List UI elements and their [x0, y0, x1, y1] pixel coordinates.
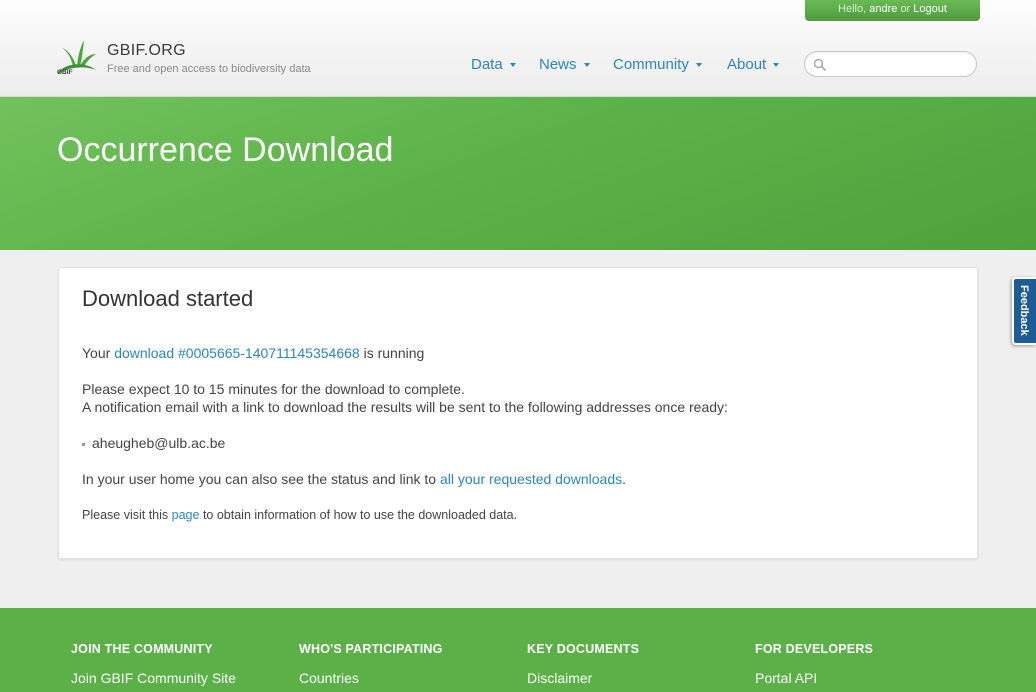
- greeting-text: Hello,: [838, 3, 867, 15]
- visit-page-line: Please visit this page to obtain informa…: [82, 508, 517, 522]
- footer-heading: JOIN THE COMMUNITY: [71, 642, 213, 656]
- feedback-tab[interactable]: Feedback: [1012, 277, 1036, 345]
- feedback-label: Feedback: [1018, 285, 1030, 336]
- footer-column-developers: FOR DEVELOPERS Portal API: [755, 642, 873, 686]
- card-title: Download started: [82, 286, 254, 311]
- site-tagline: Free and open access to biodiversity dat…: [107, 63, 311, 75]
- footer-heading: WHO'S PARTICIPATING: [299, 642, 443, 656]
- download-status-card: Download started Your download #0005665-…: [58, 267, 978, 559]
- footer-column-community: JOIN THE COMMUNITY Join GBIF Community S…: [71, 642, 236, 686]
- svg-text:GBIF: GBIF: [57, 69, 73, 76]
- notify-text: A notification email with a link to down…: [82, 399, 728, 415]
- line-text: Your: [82, 345, 111, 361]
- user-bar: Hello, andre or Logout: [805, 0, 980, 21]
- nav-item-label: Data: [471, 56, 503, 73]
- chevron-down-icon: [773, 63, 780, 68]
- line-text: In your user home you can also see the s…: [82, 471, 437, 487]
- site-footer: JOIN THE COMMUNITY Join GBIF Community S…: [0, 608, 1036, 692]
- gbif-logo-icon[interactable]: GBIF: [56, 36, 98, 76]
- footer-column-participating: WHO'S PARTICIPATING Countries: [299, 642, 443, 686]
- download-running-line: Your download #0005665-140711145354668 i…: [82, 345, 424, 361]
- nav-item-label: Community: [613, 56, 689, 73]
- search-icon: [813, 58, 827, 72]
- nav-item-label: News: [539, 56, 577, 73]
- footer-link[interactable]: Disclaimer: [527, 670, 639, 686]
- line-text: is running: [363, 345, 425, 361]
- page-hero: Occurrence Download: [0, 97, 1036, 250]
- footer-column-documents: KEY DOCUMENTS Disclaimer: [527, 642, 639, 686]
- footer-heading: FOR DEVELOPERS: [755, 642, 874, 656]
- email-list-item: aheugheb@ulb.ac.be: [82, 435, 225, 451]
- page-title: Occurrence Download: [57, 131, 394, 169]
- chevron-down-icon: [695, 63, 702, 68]
- chevron-down-icon: [509, 63, 516, 68]
- user-home-line: In your user home you can also see the s…: [82, 471, 626, 487]
- email-address: aheugheb@ulb.ac.be: [92, 435, 226, 451]
- footer-heading: KEY DOCUMENTS: [527, 642, 640, 656]
- username-link[interactable]: andre: [869, 3, 897, 15]
- download-link[interactable]: download #0005665-140711145354668: [114, 345, 360, 361]
- nav-item-about[interactable]: About: [727, 56, 780, 73]
- or-text: or: [900, 3, 911, 15]
- chevron-down-icon: [583, 63, 590, 68]
- search-input[interactable]: [831, 55, 971, 73]
- site-name[interactable]: GBIF.ORG: [107, 42, 186, 60]
- footer-link[interactable]: Countries: [299, 670, 443, 686]
- usage-info-page-link[interactable]: page: [172, 508, 200, 522]
- line-text: Please visit this: [82, 508, 169, 522]
- nav-item-news[interactable]: News: [539, 56, 590, 73]
- expect-text: Please expect 10 to 15 minutes for the d…: [82, 381, 465, 397]
- footer-link[interactable]: Join GBIF Community Site: [71, 670, 236, 686]
- nav-item-community[interactable]: Community: [613, 56, 702, 73]
- site-header: Hello, andre or Logout GBIF GBIF.ORG Fre…: [0, 0, 1036, 97]
- nav-item-data[interactable]: Data: [471, 56, 516, 73]
- bullet-icon: [82, 442, 85, 446]
- line-text: to obtain information of how to use the …: [202, 508, 518, 522]
- logout-link[interactable]: Logout: [913, 3, 947, 15]
- footer-link[interactable]: Portal API: [755, 670, 873, 686]
- line-text: .: [622, 471, 627, 487]
- nav-item-label: About: [727, 56, 767, 73]
- search-box[interactable]: [804, 51, 977, 77]
- requested-downloads-link[interactable]: all your requested downloads: [440, 471, 622, 487]
